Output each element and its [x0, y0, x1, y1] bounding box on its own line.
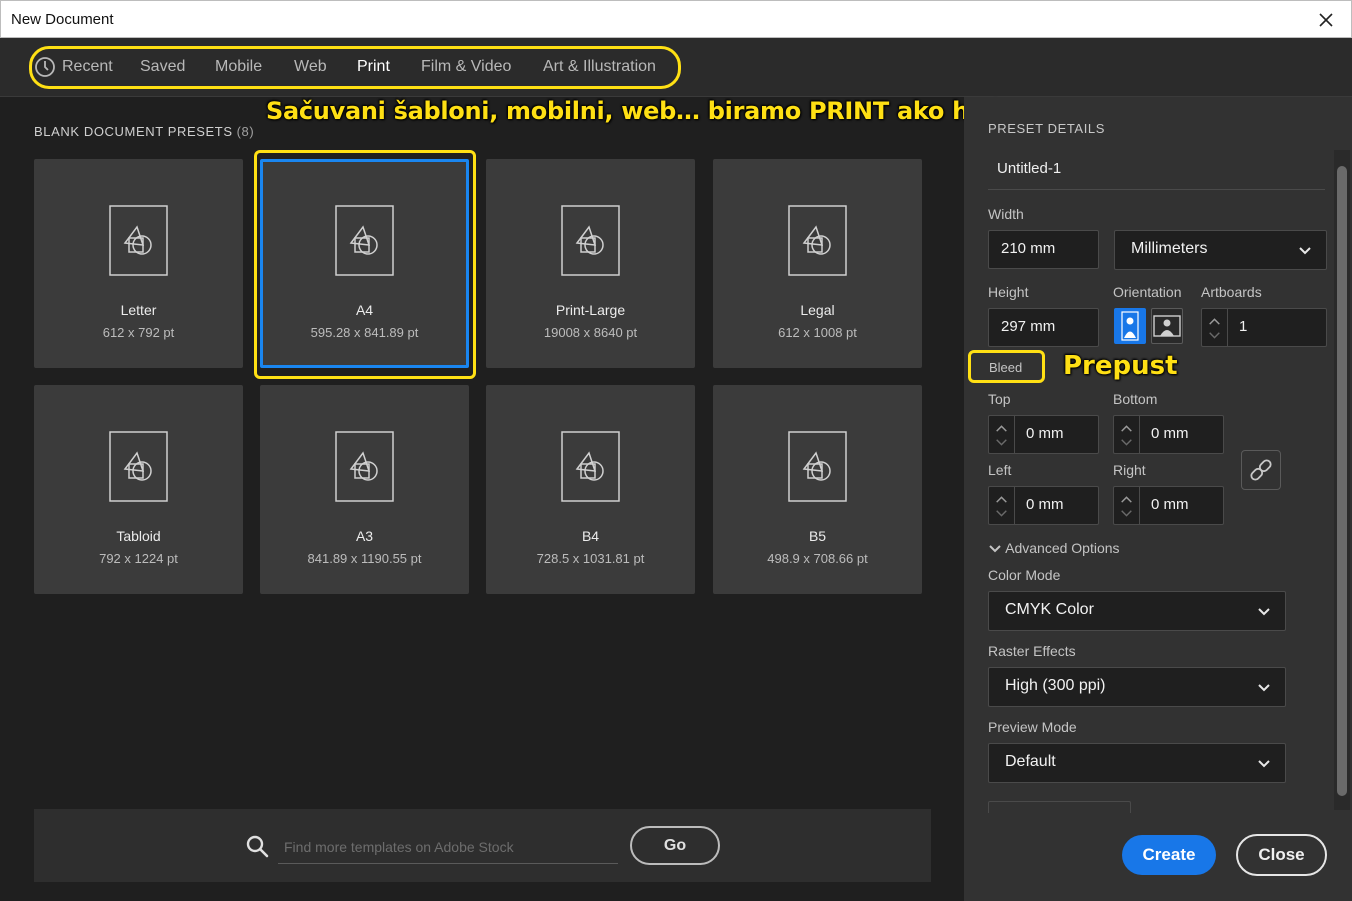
stepper-arrows-icon[interactable] — [989, 416, 1015, 453]
preset-card-letter[interactable]: Letter 612 x 792 pt — [34, 159, 243, 368]
stepper-arrows-icon[interactable] — [1202, 309, 1228, 346]
a4-highlight-annotation — [254, 150, 476, 379]
preset-name: Letter — [120, 302, 157, 318]
preset-name: A3 — [355, 528, 374, 544]
raster-effects-dropdown[interactable]: High (300 ppi) — [988, 667, 1286, 707]
new-document-dialog: New Document Recent Saved Mobile Web Pri… — [0, 0, 1352, 901]
more-settings-button-partial[interactable] — [988, 801, 1131, 813]
preset-name: B4 — [581, 528, 600, 544]
chevron-down-icon — [1258, 684, 1270, 692]
stepper-arrows-icon[interactable] — [1114, 487, 1140, 524]
bleed-highlight-annotation — [968, 350, 1045, 383]
preset-card-legal[interactable]: Legal 612 x 1008 pt — [713, 159, 922, 368]
preview-mode-label: Preview Mode — [988, 719, 1077, 735]
preset-card-tabloid[interactable]: Tabloid 792 x 1224 pt — [34, 385, 243, 594]
bleed-bottom-label: Bottom — [1113, 391, 1158, 407]
height-label: Height — [988, 284, 1029, 300]
preset-name: B5 — [808, 528, 827, 544]
width-field[interactable]: 210 mm — [988, 230, 1099, 269]
bleed-top-value: 0 mm — [1026, 425, 1064, 442]
preset-card-b4[interactable]: B4 728.5 x 1031.81 pt — [486, 385, 695, 594]
stepper-arrows-icon[interactable] — [1114, 416, 1140, 453]
chevron-down-icon — [1258, 760, 1270, 768]
orientation-label: Orientation — [1113, 284, 1182, 300]
preset-dims: 728.5 x 1031.81 pt — [536, 551, 645, 566]
document-icon — [109, 431, 168, 502]
close-icon[interactable] — [1313, 7, 1339, 33]
artboards-value: 1 — [1239, 318, 1248, 335]
landscape-orientation-button[interactable] — [1151, 308, 1183, 344]
stepper-arrows-icon[interactable] — [989, 487, 1015, 524]
go-button[interactable]: Go — [630, 826, 720, 865]
units-value: Millimeters — [1131, 240, 1208, 257]
bleed-right-label: Right — [1113, 462, 1146, 478]
template-search-input[interactable] — [278, 831, 618, 864]
preview-mode-value: Default — [1005, 753, 1056, 770]
bleed-bottom-stepper[interactable]: 0 mm — [1113, 415, 1224, 454]
preset-card-print-large[interactable]: Print-Large 19008 x 8640 pt — [486, 159, 695, 368]
units-dropdown[interactable]: Millimeters — [1114, 230, 1327, 270]
color-mode-value: CMYK Color — [1005, 601, 1094, 618]
artboards-label: Artboards — [1201, 284, 1262, 300]
document-icon — [109, 205, 168, 276]
close-button[interactable]: Close — [1236, 834, 1327, 876]
preset-card-a3[interactable]: A3 841.89 x 1190.55 pt — [260, 385, 469, 594]
presets-heading: BLANK DOCUMENT PRESETS (8) — [34, 124, 254, 139]
document-icon — [561, 205, 620, 276]
bleed-right-stepper[interactable]: 0 mm — [1113, 486, 1224, 525]
bleed-right-value: 0 mm — [1151, 496, 1189, 513]
chevron-down-icon — [1299, 247, 1311, 255]
document-name-field[interactable]: Untitled-1 — [988, 152, 1325, 190]
bleed-bottom-value: 0 mm — [1151, 425, 1189, 442]
color-mode-label: Color Mode — [988, 567, 1061, 583]
chevron-down-icon — [1258, 608, 1270, 616]
tabs-highlight-annotation — [29, 46, 681, 89]
details-scrollbar[interactable] — [1334, 150, 1350, 810]
document-icon — [335, 431, 394, 502]
bleed-top-stepper[interactable]: 0 mm — [988, 415, 1099, 454]
portrait-orientation-button[interactable] — [1114, 308, 1146, 344]
color-mode-dropdown[interactable]: CMYK Color — [988, 591, 1286, 631]
portrait-icon — [1121, 311, 1139, 341]
preset-card-b5[interactable]: B5 498.9 x 708.66 pt — [713, 385, 922, 594]
title-bar: New Document — [0, 0, 1352, 38]
advanced-options-toggle[interactable]: Advanced Options — [988, 540, 1120, 556]
width-label: Width — [988, 206, 1024, 222]
landscape-icon — [1153, 315, 1181, 337]
document-icon — [788, 205, 847, 276]
preset-name: Legal — [800, 302, 835, 318]
preset-dims: 498.9 x 708.66 pt — [767, 551, 868, 566]
preset-dims: 612 x 1008 pt — [778, 325, 857, 340]
presets-count: (8) — [236, 124, 255, 139]
window-title: New Document — [11, 11, 114, 28]
scrollbar-thumb[interactable] — [1337, 166, 1347, 796]
preset-name: Tabloid — [116, 528, 161, 544]
advanced-options-label: Advanced Options — [1005, 540, 1120, 556]
preset-dims: 841.89 x 1190.55 pt — [307, 551, 422, 566]
document-icon — [788, 431, 847, 502]
preset-dims: 19008 x 8640 pt — [543, 325, 638, 340]
link-bleed-button[interactable] — [1241, 450, 1281, 490]
bleed-left-label: Left — [988, 462, 1012, 478]
preview-mode-dropdown[interactable]: Default — [988, 743, 1286, 783]
bleed-annotation-text: Prepust — [1063, 351, 1178, 381]
create-button[interactable]: Create — [1122, 835, 1216, 875]
presets-title: BLANK DOCUMENT PRESETS — [34, 124, 233, 139]
link-icon — [1250, 459, 1272, 481]
bleed-top-label: Top — [988, 391, 1011, 407]
height-field[interactable]: 297 mm — [988, 308, 1099, 347]
bleed-left-stepper[interactable]: 0 mm — [988, 486, 1099, 525]
preset-dims: 792 x 1224 pt — [99, 551, 178, 566]
preset-details-title: PRESET DETAILS — [988, 121, 1106, 136]
preset-name: Print-Large — [555, 302, 626, 318]
preset-dims: 612 x 792 pt — [102, 325, 175, 340]
chevron-down-icon — [989, 545, 1001, 553]
search-icon — [246, 835, 269, 858]
artboards-stepper[interactable]: 1 — [1201, 308, 1327, 347]
raster-effects-label: Raster Effects — [988, 643, 1076, 659]
raster-effects-value: High (300 ppi) — [1005, 677, 1106, 694]
document-icon — [561, 431, 620, 502]
bleed-left-value: 0 mm — [1026, 496, 1064, 513]
